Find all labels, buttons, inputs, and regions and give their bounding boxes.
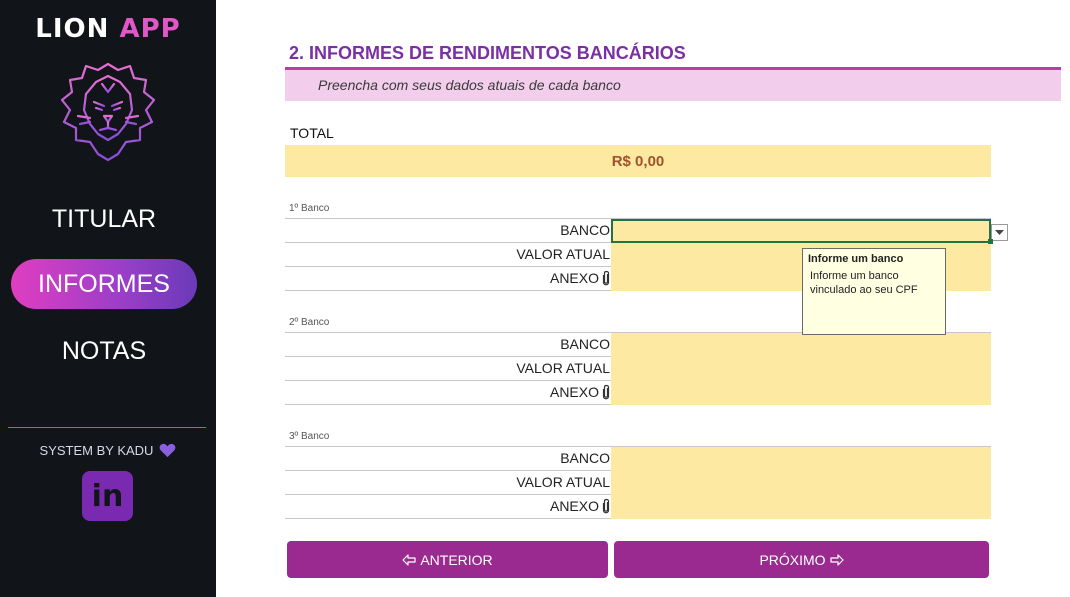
row-label-text: ANEXO: [549, 384, 599, 400]
total-value: R$ 0,00: [285, 145, 991, 177]
anexo-field[interactable]: [611, 381, 991, 405]
bank-title: 3º Banco: [289, 431, 330, 442]
bank-title: 1º Banco: [289, 203, 330, 214]
nav-notas[interactable]: NOTAS: [11, 326, 197, 376]
sidebar-divider: [8, 427, 206, 428]
bank-row-banco: BANCO: [285, 447, 991, 471]
total-label: TOTAL: [290, 125, 334, 141]
banco-select-field[interactable]: [611, 219, 991, 243]
bank-title: 2º Banco: [289, 317, 330, 328]
bank-row-anexo: ANEXO: [285, 495, 991, 519]
row-label-text: ANEXO: [549, 270, 599, 286]
anterior-button[interactable]: ANTERIOR: [287, 541, 608, 578]
row-label-text: BANCO: [560, 336, 610, 352]
nav-titular-label: TITULAR: [51, 204, 157, 233]
paperclip-icon: [602, 270, 610, 286]
tooltip-body: Informe um banco vinculado ao seu CPF: [810, 270, 918, 296]
anterior-label: ANTERIOR: [420, 551, 493, 568]
nav-titular[interactable]: TITULAR: [11, 194, 197, 244]
nav-informes-label: INFORMES: [38, 269, 170, 298]
row-label-text: BANCO: [560, 222, 610, 238]
row-label: BANCO: [560, 336, 610, 352]
bank-row-valor: VALOR ATUAL: [285, 357, 991, 381]
banco-select-field[interactable]: [611, 333, 991, 357]
row-label-text: BANCO: [560, 450, 610, 466]
arrow-left-icon: [402, 553, 416, 566]
row-label-text: VALOR ATUAL: [516, 360, 610, 376]
row-label: VALOR ATUAL: [516, 474, 610, 490]
row-label: VALOR ATUAL: [516, 246, 610, 262]
app-title-part1: LION: [35, 14, 110, 44]
app-window: LION APP TITULAR INFORMES NOTAS SYSTEM B…: [0, 0, 1070, 597]
proximo-label: PRÓXIMO: [759, 551, 826, 568]
arrow-right-icon: [829, 553, 844, 566]
system-by-label: SYSTEM BY KADU: [39, 443, 154, 458]
bank-row-banco: BANCO: [285, 219, 991, 243]
subtitle-band: Preencha com seus dados atuais de cada b…: [285, 70, 1061, 101]
row-label: BANCO: [560, 222, 610, 238]
chevron-down-icon: [995, 229, 1004, 235]
dropdown-button[interactable]: [991, 224, 1008, 241]
lion-head-icon: [60, 62, 156, 162]
valor-atual-field[interactable]: [611, 357, 991, 381]
banco-select-field[interactable]: [611, 447, 991, 471]
paperclip-icon: [602, 384, 610, 400]
selection-fill-handle[interactable]: [988, 239, 993, 244]
bank-row-anexo: ANEXO: [285, 381, 991, 405]
row-label: ANEXO: [550, 384, 610, 400]
anexo-field[interactable]: [611, 495, 991, 519]
row-label: ANEXO: [550, 270, 610, 286]
heart-icon: [160, 443, 176, 458]
paperclip-icon: [602, 498, 610, 514]
proximo-button[interactable]: PRÓXIMO: [614, 541, 989, 578]
row-label-text: VALOR ATUAL: [516, 246, 610, 262]
app-title: LION APP: [0, 14, 216, 44]
valor-atual-field[interactable]: [611, 471, 991, 495]
app-title-part2: APP: [119, 14, 181, 44]
nav-informes[interactable]: INFORMES: [11, 259, 197, 309]
row-label: ANEXO: [550, 498, 610, 514]
input-tooltip: Informe um banco Informe um banco vincul…: [802, 248, 946, 335]
system-by: SYSTEM BY KADU: [0, 443, 216, 458]
bank-row-valor: VALOR ATUAL: [285, 471, 991, 495]
section-title: 2. INFORMES DE RENDIMENTOS BANCÁRIOS: [289, 43, 686, 63]
row-label: VALOR ATUAL: [516, 360, 610, 376]
tooltip-title: Informe um banco: [808, 253, 904, 265]
row-label: BANCO: [560, 450, 610, 466]
row-label-text: ANEXO: [549, 498, 599, 514]
linkedin-icon[interactable]: in: [82, 471, 133, 521]
nav-notas-label: NOTAS: [61, 336, 147, 365]
sidebar: LION APP TITULAR INFORMES NOTAS SYSTEM B…: [0, 0, 216, 597]
bank-row-banco: BANCO: [285, 333, 991, 357]
row-label-text: VALOR ATUAL: [516, 474, 610, 490]
subtitle: Preencha com seus dados atuais de cada b…: [318, 77, 621, 93]
linkedin-label: in: [91, 478, 124, 514]
